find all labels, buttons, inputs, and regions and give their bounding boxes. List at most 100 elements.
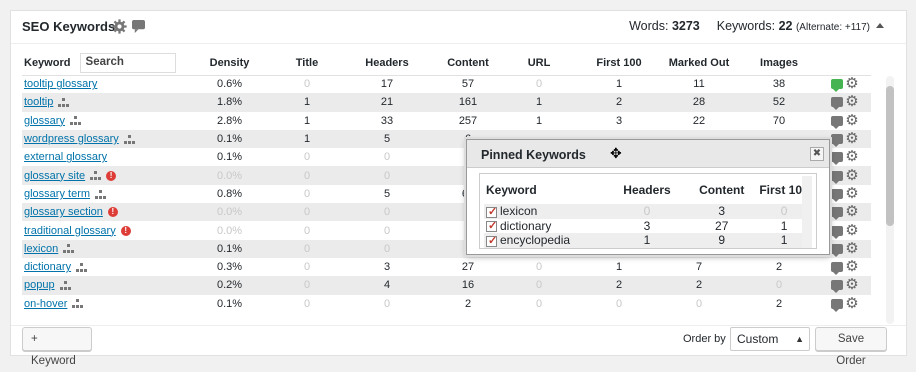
url-cell: 1	[499, 111, 579, 130]
gear-icon[interactable]: ⚙	[845, 186, 858, 201]
words-count: 3273	[671, 19, 700, 33]
order-by-select[interactable]: Custom ▲	[730, 327, 810, 351]
related-keywords-icon[interactable]	[90, 171, 102, 181]
pin-checkbox[interactable]	[486, 205, 497, 219]
keyword-link[interactable]: lexicon	[24, 243, 58, 255]
images-cell: 52	[739, 93, 819, 112]
keywords-count: 22	[778, 19, 793, 33]
note-bubble-icon[interactable]	[831, 170, 844, 184]
pinned-keyword-cell: dictionary	[484, 218, 609, 233]
col-url[interactable]: URL	[499, 52, 579, 76]
col-title[interactable]: Title	[277, 52, 337, 76]
gear-icon[interactable]: ⚙	[845, 94, 858, 109]
related-keywords-icon[interactable]	[123, 134, 135, 144]
popup-header[interactable]: Pinned Keywords ✥ ✖	[467, 140, 829, 168]
pinned-keywords-popup: Pinned Keywords ✥ ✖ Keyword Headers Cont…	[466, 139, 830, 255]
col-images[interactable]: Images	[739, 52, 819, 76]
keyword-link[interactable]: glossary section	[24, 206, 103, 218]
note-bubble-icon[interactable]	[831, 152, 844, 166]
note-bubble-icon[interactable]	[831, 262, 844, 276]
pinned-table: Keyword Headers Content First 100 lexico…	[484, 176, 810, 248]
actions-cell: ⚙	[819, 276, 871, 295]
keyword-link[interactable]: popup	[24, 279, 55, 291]
notes-bubble-icon[interactable]	[132, 20, 145, 33]
density-cell: 0.1%	[182, 129, 277, 149]
keyword-cell: dictionary	[22, 257, 182, 277]
note-active-icon[interactable]	[831, 79, 844, 93]
gear-icon[interactable]: ⚙	[845, 149, 858, 164]
settings-gear-icon[interactable]	[112, 19, 127, 34]
keyword-link[interactable]: glossary	[24, 115, 65, 127]
note-bubble-icon[interactable]	[831, 188, 844, 202]
gear-icon[interactable]: ⚙	[845, 296, 858, 311]
table-row: popup 0.2% 0 4 16 0 2 2 0 ⚙	[22, 276, 871, 295]
related-keywords-icon[interactable]	[76, 262, 88, 272]
note-bubble-icon[interactable]	[831, 280, 844, 294]
pin-checkbox[interactable]	[486, 219, 497, 233]
related-keywords-icon[interactable]	[95, 189, 107, 199]
gear-icon[interactable]: ⚙	[845, 223, 858, 238]
gear-icon[interactable]: ⚙	[845, 131, 858, 146]
search-input[interactable]: Search	[79, 53, 176, 74]
gear-icon[interactable]: ⚙	[845, 168, 858, 183]
pin-checkbox[interactable]	[486, 234, 497, 248]
related-keywords-icon[interactable]	[72, 299, 84, 309]
related-keywords-icon[interactable]	[59, 281, 71, 290]
keyword-link[interactable]: dictionary	[24, 261, 71, 273]
content-cell: 57	[437, 75, 499, 94]
table-row: on-hover 0.1% 0 0 2 0 0 0 2 ⚙	[22, 294, 871, 313]
header-divider	[11, 43, 906, 44]
keyword-cell: glossary	[22, 111, 182, 130]
headers-cell: 5	[337, 184, 437, 204]
col-keyword-label: Keyword	[24, 57, 71, 70]
col-first100[interactable]: First 100	[579, 52, 659, 76]
marked-out-cell: 0	[659, 294, 739, 313]
col-headers[interactable]: Headers	[337, 52, 437, 76]
note-bubble-icon[interactable]	[831, 134, 844, 148]
gear-icon[interactable]: ⚙	[845, 204, 858, 219]
col-content[interactable]: Content	[437, 52, 499, 76]
note-bubble-icon[interactable]	[831, 97, 844, 111]
title-cell: 1	[277, 111, 337, 130]
collapse-arrow-icon[interactable]	[876, 23, 884, 28]
col-marked-out[interactable]: Marked Out	[659, 52, 739, 76]
note-bubble-icon[interactable]	[831, 298, 844, 312]
gear-icon[interactable]: ⚙	[845, 113, 858, 128]
keyword-link[interactable]: glossary term	[24, 188, 90, 200]
scrollbar-thumb[interactable]	[886, 86, 894, 226]
keyword-link[interactable]: on-hover	[24, 298, 67, 310]
title-cell: 1	[277, 129, 337, 149]
gear-icon[interactable]: ⚙	[845, 277, 858, 292]
density-cell: 0.1%	[182, 239, 277, 258]
headers-cell: 33	[337, 111, 437, 130]
popup-scrollbar[interactable]	[802, 176, 812, 248]
col-density[interactable]: Density	[182, 52, 277, 76]
related-keywords-icon[interactable]	[69, 116, 81, 126]
save-order-button[interactable]: Save Order	[815, 327, 887, 367]
keyword-link[interactable]: traditional glossary	[24, 225, 116, 237]
note-bubble-icon[interactable]	[831, 225, 844, 239]
note-bubble-icon[interactable]	[831, 243, 844, 257]
keyword-link[interactable]: glossary site	[24, 170, 85, 182]
note-bubble-icon[interactable]	[831, 207, 844, 221]
related-keywords-icon[interactable]	[63, 244, 75, 254]
related-keywords-icon[interactable]	[58, 98, 70, 108]
add-keyword-button[interactable]: + Keyword	[22, 327, 92, 367]
content-cell: 27	[437, 257, 499, 277]
move-icon[interactable]: ✥	[610, 145, 622, 162]
content-cell: 2	[437, 294, 499, 313]
gear-icon[interactable]: ⚙	[845, 241, 858, 256]
keyword-link[interactable]: tooltip	[24, 96, 53, 108]
keyword-link[interactable]: external glossary	[24, 151, 107, 163]
table-scrollbar[interactable]	[886, 76, 894, 324]
images-cell: 70	[739, 111, 819, 130]
title-cell: 0	[277, 203, 337, 222]
words-label: Words:	[629, 19, 669, 33]
note-bubble-icon[interactable]	[831, 115, 844, 129]
keyword-link[interactable]: tooltip glossary	[24, 78, 97, 90]
gear-icon[interactable]: ⚙	[845, 76, 858, 91]
gear-icon[interactable]: ⚙	[845, 259, 858, 274]
close-icon[interactable]: ✖	[810, 147, 824, 161]
keyword-link[interactable]: wordpress glossary	[24, 133, 119, 145]
density-cell: 0.0%	[182, 221, 277, 240]
